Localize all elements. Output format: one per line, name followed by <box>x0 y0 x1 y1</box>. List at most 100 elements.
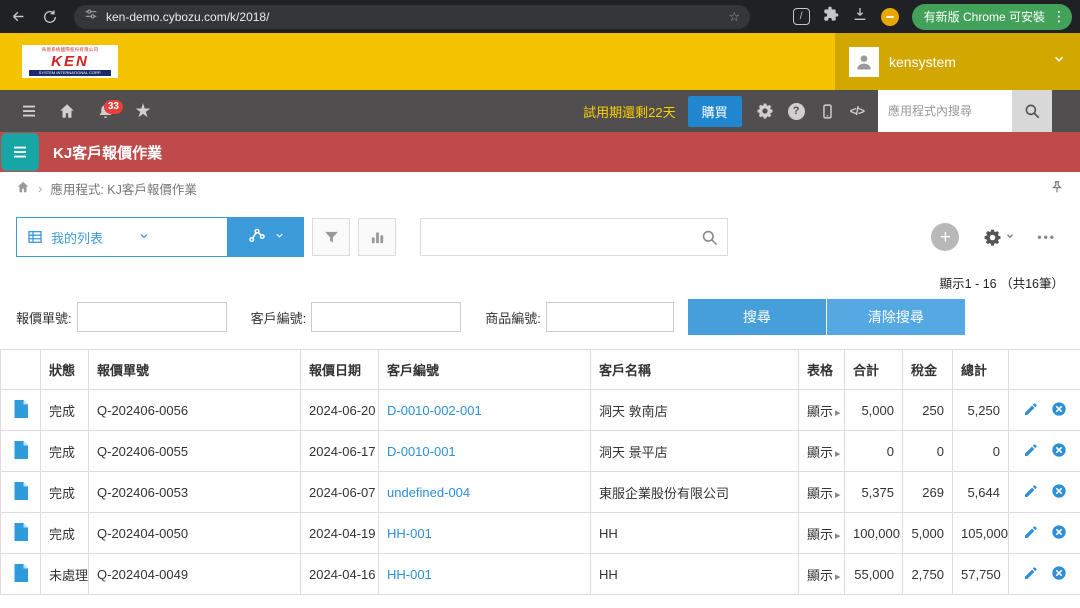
graph-menu-button[interactable] <box>228 217 304 257</box>
add-record-button[interactable]: + <box>931 223 959 251</box>
delete-record-icon[interactable] <box>1051 565 1067 581</box>
subtable-show-toggle[interactable]: 顯示▸ <box>807 445 841 460</box>
clear-search-button[interactable]: 清除搜尋 <box>827 299 965 335</box>
record-document-icon[interactable] <box>13 441 28 459</box>
notifications-bell-icon[interactable]: 33 <box>86 103 124 120</box>
edit-record-icon[interactable] <box>1023 401 1039 417</box>
table-row[interactable]: 未處理 Q-202404-0049 2024-04-16 HH-001 HH 顯… <box>1 554 1080 595</box>
cell-tax: 0 <box>903 431 953 472</box>
download-icon[interactable] <box>852 6 868 27</box>
edit-record-icon[interactable] <box>1023 565 1039 581</box>
user-menu[interactable]: kensystem <box>835 33 1080 90</box>
global-toolbar: 33 ★ 試用期還剩22天 購買 ? </> <box>0 90 1080 132</box>
side-panel-icon[interactable]: / <box>793 8 810 25</box>
cell-quote-no: Q-202406-0056 <box>89 390 301 431</box>
user-name: kensystem <box>889 54 1042 70</box>
home-icon[interactable] <box>48 102 86 120</box>
customer-id-link[interactable]: undefined-004 <box>387 485 470 500</box>
view-selector-label: 我的列表 <box>51 228 130 247</box>
cell-tax: 269 <box>903 472 953 513</box>
developer-code-icon[interactable]: </> <box>850 104 864 118</box>
browser-menu-icon[interactable]: ⋮ <box>1052 8 1066 25</box>
record-document-icon[interactable] <box>13 482 28 500</box>
expand-triangle-icon: ▸ <box>835 571 841 583</box>
subtable-show-toggle[interactable]: 顯示▸ <box>807 527 841 542</box>
buy-button[interactable]: 購買 <box>688 96 742 127</box>
cell-quote-date: 2024-06-17 <box>301 431 379 472</box>
delete-record-icon[interactable] <box>1051 442 1067 458</box>
col-quote-date: 報價日期 <box>301 350 379 390</box>
cell-quote-date: 2024-04-19 <box>301 513 379 554</box>
chrome-update-button[interactable]: 有新版 Chrome 可安裝 ⋮ <box>912 4 1072 30</box>
customer-id-link[interactable]: HH-001 <box>387 526 432 541</box>
table-row[interactable]: 完成 Q-202404-0050 2024-04-19 HH-001 HH 顯示… <box>1 513 1080 554</box>
customer-no-input[interactable] <box>311 302 461 332</box>
profile-avatar[interactable] <box>881 8 899 26</box>
edit-record-icon[interactable] <box>1023 483 1039 499</box>
delete-record-icon[interactable] <box>1051 483 1067 499</box>
bookmark-star-icon[interactable]: ☆ <box>728 9 740 25</box>
app-search-input[interactable] <box>878 90 1012 132</box>
kintone-header: 肯恩系統國際股份有限公司 KEN SYSTEM INTERNATIONAL CO… <box>0 33 1080 90</box>
record-search-icon[interactable] <box>700 228 719 247</box>
col-subtable: 表格 <box>799 350 845 390</box>
app-settings-button[interactable] <box>983 228 1015 247</box>
user-avatar-icon <box>849 47 879 77</box>
url-text[interactable]: ken-demo.cybozu.com/k/2018/ <box>106 10 720 24</box>
record-search-box[interactable] <box>420 218 728 256</box>
table-header-row: 狀態 報價單號 報價日期 客戶編號 客戶名稱 表格 合計 稅金 總計 <box>1 350 1080 390</box>
subtable-show-toggle[interactable]: 顯示▸ <box>807 404 841 419</box>
table-row[interactable]: 完成 Q-202406-0056 2024-06-20 D-0010-002-0… <box>1 390 1080 431</box>
cell-tax: 5,000 <box>903 513 953 554</box>
company-logo[interactable]: 肯恩系統國際股份有限公司 KEN SYSTEM INTERNATIONAL CO… <box>22 45 118 78</box>
col-quote-no: 報價單號 <box>89 350 301 390</box>
subtable-show-toggle[interactable]: 顯示▸ <box>807 568 841 583</box>
admin-gear-icon[interactable] <box>756 102 774 120</box>
quick-filter-bar: 報價單號: 客戶編號: 商品編號: 搜尋 清除搜尋 <box>0 295 1080 349</box>
portal-menu-icon[interactable] <box>10 102 48 120</box>
cell-customer-name: HH <box>591 554 799 595</box>
edit-record-icon[interactable] <box>1023 442 1039 458</box>
product-no-input[interactable] <box>546 302 674 332</box>
record-search-input[interactable] <box>433 230 700 245</box>
app-menu-icon[interactable] <box>1 133 39 171</box>
customer-id-link[interactable]: D-0010-001 <box>387 444 456 459</box>
record-count: 顯示1 - 16 （共16筆） <box>0 269 1080 295</box>
search-button[interactable]: 搜尋 <box>688 299 826 335</box>
view-selector-current[interactable]: 我的列表 <box>16 217 228 257</box>
filter-button[interactable] <box>312 218 350 256</box>
help-icon[interactable]: ? <box>788 103 805 120</box>
record-document-icon[interactable] <box>13 523 28 541</box>
mobile-device-icon[interactable] <box>819 103 836 120</box>
customer-id-link[interactable]: D-0010-002-001 <box>387 403 482 418</box>
edit-record-icon[interactable] <box>1023 524 1039 540</box>
table-view-icon <box>27 229 43 245</box>
record-document-icon[interactable] <box>13 564 28 582</box>
expand-triangle-icon: ▸ <box>835 407 841 419</box>
app-search-button[interactable] <box>1012 90 1052 132</box>
pin-icon[interactable] <box>1050 180 1064 197</box>
chart-button[interactable] <box>358 218 396 256</box>
back-icon[interactable] <box>8 7 28 27</box>
view-selector[interactable]: 我的列表 <box>16 217 304 257</box>
delete-record-icon[interactable] <box>1051 524 1067 540</box>
chrome-update-label: 有新版 Chrome 可安裝 <box>924 8 1045 25</box>
more-options-button[interactable]: ••• <box>1037 230 1056 244</box>
quote-no-input[interactable] <box>77 302 227 332</box>
record-table: 狀態 報價單號 報價日期 客戶編號 客戶名稱 表格 合計 稅金 總計 完成 Q-… <box>0 349 1080 595</box>
table-row[interactable]: 完成 Q-202406-0055 2024-06-17 D-0010-001 洞… <box>1 431 1080 472</box>
favorites-star-icon[interactable]: ★ <box>124 102 162 121</box>
table-row[interactable]: 完成 Q-202406-0053 2024-06-07 undefined-00… <box>1 472 1080 513</box>
site-settings-icon[interactable] <box>84 7 98 26</box>
browser-toolbar: ken-demo.cybozu.com/k/2018/ ☆ / 有新版 Chro… <box>0 0 1080 33</box>
address-bar[interactable]: ken-demo.cybozu.com/k/2018/ ☆ <box>74 5 750 29</box>
reload-icon[interactable] <box>40 7 60 27</box>
customer-id-link[interactable]: HH-001 <box>387 567 432 582</box>
breadcrumb-text[interactable]: 應用程式: KJ客戶報價作業 <box>50 179 197 198</box>
cell-total: 55,000 <box>845 554 903 595</box>
record-document-icon[interactable] <box>13 400 28 418</box>
subtable-show-toggle[interactable]: 顯示▸ <box>807 486 841 501</box>
breadcrumb-home-icon[interactable] <box>16 180 30 197</box>
extensions-icon[interactable] <box>823 6 839 27</box>
delete-record-icon[interactable] <box>1051 401 1067 417</box>
